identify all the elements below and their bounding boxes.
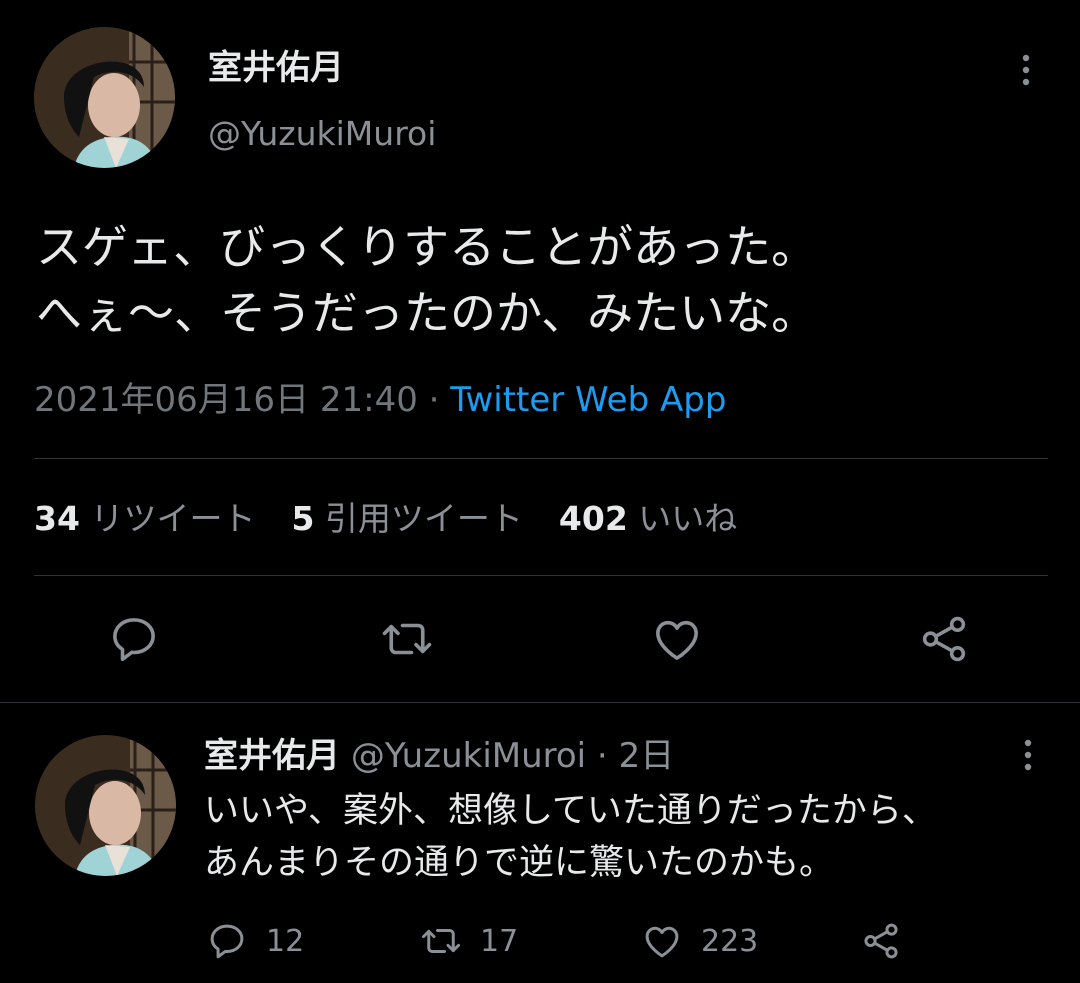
reply-header: 室井佑月 @YuzukiMuroi · 2日 [204, 734, 674, 778]
likes-stat[interactable]: 402 いいね [559, 499, 737, 538]
more-options-icon[interactable] [1013, 735, 1043, 775]
reply-author-handle[interactable]: @YuzukiMuroi [351, 736, 586, 776]
reply-share-button[interactable] [860, 916, 920, 966]
reply-count: 12 [266, 923, 305, 959]
tweet-separator [0, 702, 1080, 703]
retweet-icon [422, 929, 460, 953]
tweet-meta: 2021年06月16日 21:40 · Twitter Web App [34, 378, 726, 422]
meta-separator: · [417, 380, 451, 420]
tweet-text-line: へぇ〜、そうだったのか、みたいな。 [36, 286, 818, 340]
author-avatar[interactable] [34, 27, 175, 168]
share-icon [864, 923, 898, 959]
reply-text-line: いいや、案外、想像していた通りだったから、 [204, 791, 937, 831]
tweet-source-link[interactable]: Twitter Web App [450, 380, 726, 420]
reply-icon[interactable] [107, 612, 161, 666]
more-options-icon[interactable] [1011, 50, 1041, 90]
quotes-count: 5 [291, 499, 315, 538]
engagement-stats: 34 リツイート 5 引用ツイート 402 いいね [34, 497, 737, 541]
reply-text-line: あんまりその通りで逆に驚いたのかも。 [204, 843, 835, 883]
divider [34, 458, 1048, 459]
divider [34, 575, 1048, 576]
retweets-count: 34 [34, 499, 80, 538]
tweet-text-line: スゲェ、びっくりすることがあった。 [36, 220, 818, 274]
reply-reply-button[interactable]: 12 [206, 916, 304, 966]
retweets-stat[interactable]: 34 リツイート [34, 499, 255, 538]
quotes-stat[interactable]: 5 引用ツイート [291, 499, 522, 538]
author-handle[interactable]: @YuzukiMuroi [208, 112, 436, 156]
retweets-label: リツイート [90, 499, 256, 538]
likes-count: 402 [558, 499, 628, 538]
quotes-label: 引用ツイート [324, 499, 523, 538]
like-count: 223 [701, 923, 759, 959]
like-icon[interactable] [650, 612, 704, 666]
reply-text: いいや、案外、想像していた通りだったから、 あんまりその通りで逆に驚いたのかも。 [204, 785, 1064, 889]
like-icon [645, 926, 679, 958]
share-icon[interactable] [917, 612, 971, 666]
reply-author-name[interactable]: 室井佑月 [204, 736, 340, 776]
reply-retweet-button[interactable]: 17 [420, 916, 518, 966]
likes-label: いいね [638, 499, 738, 538]
meta-separator: · [586, 736, 619, 776]
reply-icon [210, 924, 244, 959]
tweet-text: スゲェ、びっくりすることがあった。 へぇ〜、そうだったのか、みたいな。 [36, 214, 1056, 346]
author-name[interactable]: 室井佑月 [208, 46, 344, 90]
retweet-count: 17 [480, 923, 519, 959]
reply-like-button[interactable]: 223 [641, 916, 758, 966]
reply-author-avatar[interactable] [35, 735, 176, 876]
retweet-icon[interactable] [380, 612, 434, 666]
tweet-datetime[interactable]: 2021年06月16日 21:40 [34, 380, 418, 420]
reply-time[interactable]: 2日 [619, 736, 675, 776]
